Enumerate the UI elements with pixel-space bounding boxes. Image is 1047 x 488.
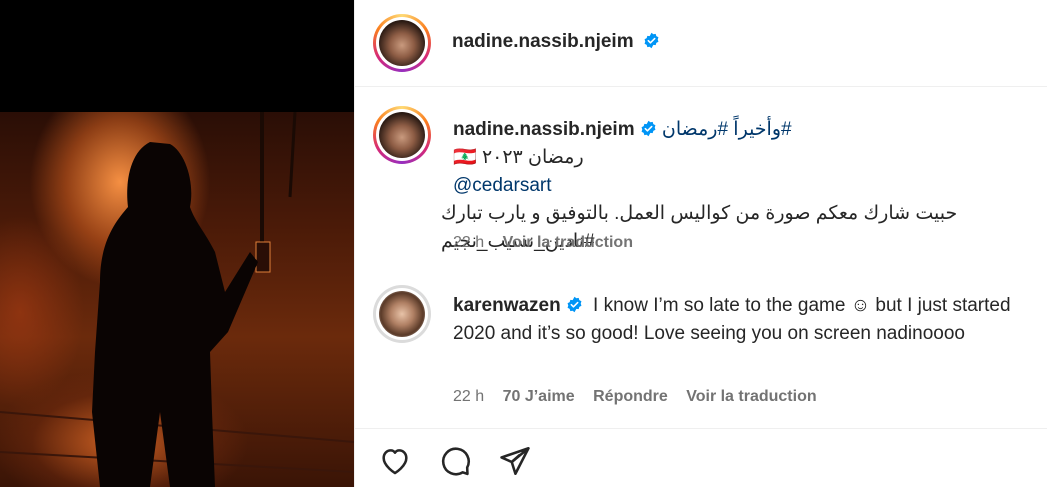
heart-icon[interactable]	[378, 444, 412, 478]
caption-mention[interactable]: @cedarsart	[453, 172, 1038, 200]
post-photo[interactable]	[0, 112, 354, 487]
comment-reply-button[interactable]: Répondre	[593, 388, 668, 405]
caption-line-2: 🇱🇧 رمضان ٢٠٢٣	[453, 147, 584, 168]
caption-username[interactable]: nadine.nassib.njeim	[453, 119, 635, 140]
share-icon[interactable]	[498, 444, 532, 478]
comment-translate-link[interactable]: Voir la traduction	[686, 388, 816, 405]
chain-2	[288, 112, 297, 198]
header-author-row: nadine.nassib.njeim	[452, 31, 660, 53]
comment-text: karenwazen I know I’m so late to the gam…	[453, 292, 1013, 348]
commenter-username[interactable]: karenwazen	[453, 295, 561, 316]
photo-scene	[0, 112, 354, 487]
post-actions-bar	[355, 428, 1047, 488]
caption-avatar[interactable]	[373, 106, 431, 164]
verified-badge-icon	[641, 120, 656, 137]
caption-line-1: nadine.nassib.njeim وأخيراً #رمضان#	[453, 116, 1038, 144]
caption-time[interactable]: 22 h	[453, 234, 484, 251]
caption-translate-link[interactable]: Voir la traduction	[503, 234, 633, 251]
verified-badge-icon	[567, 296, 582, 313]
comment-meta: 22 h 70 J’aime Répondre Voir la traducti…	[453, 388, 817, 406]
comment-likes[interactable]: 70 J’aime	[503, 388, 575, 405]
comment-icon[interactable]	[438, 444, 472, 478]
commenter-avatar[interactable]	[373, 285, 431, 343]
caption-hashtags[interactable]: وأخيراً #رمضان#	[662, 119, 792, 140]
person-silhouette	[92, 142, 258, 487]
chain-hook	[255, 241, 271, 273]
comment-time[interactable]: 22 h	[453, 388, 484, 405]
header-username[interactable]: nadine.nassib.njeim	[452, 31, 634, 52]
caption-meta: 22 h Voir la traduction	[453, 234, 633, 252]
post-header: nadine.nassib.njeim	[355, 0, 1047, 87]
post-media-pane	[0, 0, 354, 487]
author-avatar[interactable]	[373, 14, 431, 72]
verified-badge-icon	[644, 32, 659, 49]
